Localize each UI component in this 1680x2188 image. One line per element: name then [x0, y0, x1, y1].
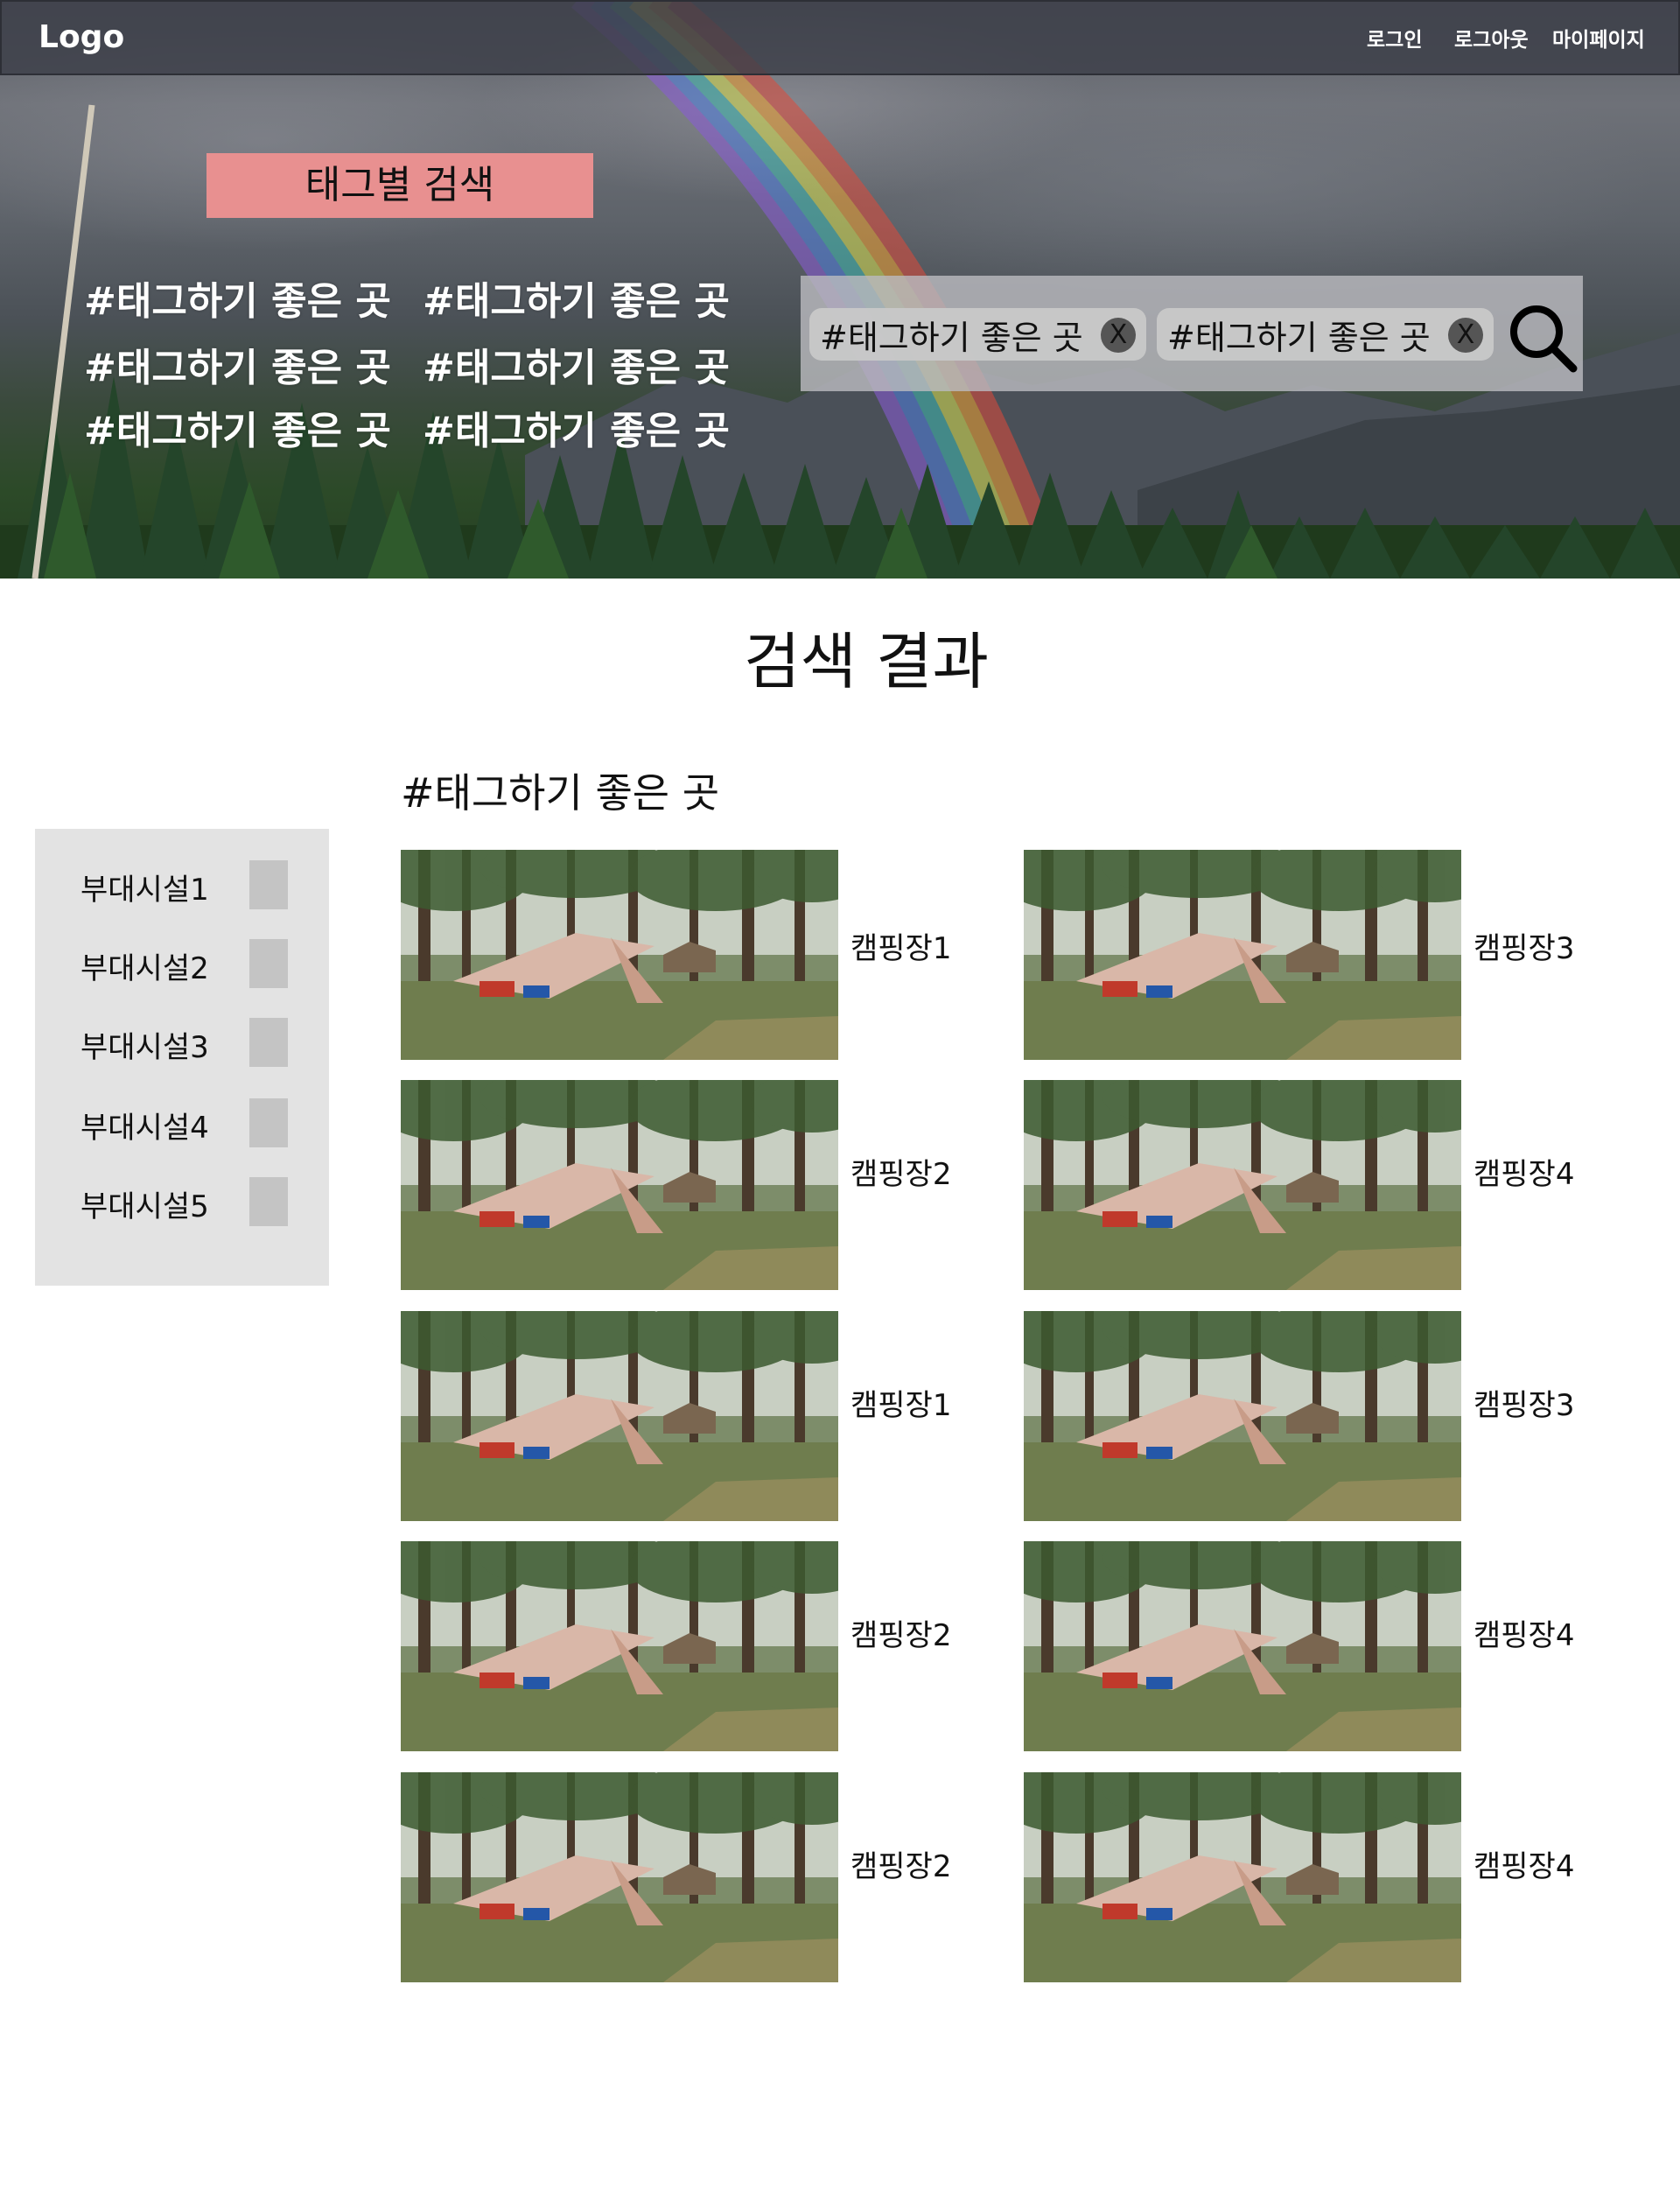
- hero-tag[interactable]: #태그하기 좋은 곳: [423, 270, 730, 326]
- facility-label: 부대시설1: [80, 873, 209, 908]
- campsite-card[interactable]: 캠핑장3: [1024, 1311, 1636, 1521]
- facility-checkbox[interactable]: [249, 939, 288, 988]
- campsite-card[interactable]: 캠핑장2: [401, 1541, 1013, 1751]
- selected-tag-chip: #태그하기 좋은 곳 X: [1157, 308, 1494, 361]
- campsite-name[interactable]: 캠핑장3: [1474, 1381, 1574, 1424]
- facility-label: 부대시설4: [80, 1111, 209, 1146]
- selected-tag-chip: #태그하기 좋은 곳 X: [809, 308, 1146, 361]
- campsite-name[interactable]: 캠핑장2: [850, 1150, 951, 1193]
- campsite-name[interactable]: 캠핑장1: [850, 924, 951, 967]
- hero-tag[interactable]: #태그하기 좋은 곳: [84, 270, 391, 326]
- campsite-photo[interactable]: [401, 1080, 838, 1290]
- campsite-card[interactable]: 캠핑장4: [1024, 1772, 1636, 1982]
- search-results-title: 검색 결과: [744, 626, 989, 698]
- search-icon[interactable]: [1507, 302, 1578, 374]
- facility-checkbox[interactable]: [249, 1018, 288, 1067]
- campsite-photo[interactable]: [401, 1772, 838, 1982]
- facility-checkbox[interactable]: [249, 1098, 288, 1147]
- hero-tag[interactable]: #태그하기 좋은 곳: [423, 399, 730, 455]
- campsite-photo[interactable]: [1024, 850, 1461, 1060]
- facility-filter-sidebar: 부대시설1 부대시설2 부대시설3 부대시설4 부대시설5: [35, 829, 329, 1286]
- campsite-name[interactable]: 캠핑장1: [850, 1381, 951, 1424]
- facility-label: 부대시설3: [80, 1030, 209, 1065]
- campsite-photo[interactable]: [1024, 1311, 1461, 1521]
- facility-label: 부대시설2: [80, 951, 209, 986]
- mypage-link[interactable]: 마이페이지: [1552, 23, 1645, 53]
- campsite-name[interactable]: 캠핑장4: [1474, 1150, 1574, 1193]
- campsite-card[interactable]: 캠핑장3: [1024, 850, 1636, 1060]
- hero-tag[interactable]: #태그하기 좋은 곳: [84, 399, 391, 455]
- campsite-photo[interactable]: [1024, 1772, 1461, 1982]
- login-link[interactable]: 로그인: [1367, 23, 1422, 53]
- campsite-card[interactable]: 캠핑장1: [401, 850, 1013, 1060]
- logo[interactable]: Logo: [38, 19, 124, 55]
- facility-checkbox[interactable]: [249, 860, 288, 909]
- campsite-photo[interactable]: [1024, 1541, 1461, 1751]
- result-tag-heading: #태그하기 좋은 곳: [401, 769, 720, 817]
- campsite-card[interactable]: 캠핑장1: [401, 1311, 1013, 1521]
- campsite-card[interactable]: 캠핑장2: [401, 1772, 1013, 1982]
- selected-tags-search-box[interactable]: #태그하기 좋은 곳 X #태그하기 좋은 곳 X: [801, 276, 1583, 391]
- facility-checkbox[interactable]: [249, 1177, 288, 1226]
- selected-tag-label: #태그하기 좋은 곳: [1167, 318, 1431, 357]
- campsite-name[interactable]: 캠핑장3: [1474, 924, 1574, 967]
- campsite-photo[interactable]: [401, 1311, 838, 1521]
- remove-tag-button[interactable]: X: [1448, 318, 1483, 353]
- hero-tag[interactable]: #태그하기 좋은 곳: [423, 336, 730, 392]
- campsite-photo[interactable]: [401, 1541, 838, 1751]
- logout-link[interactable]: 로그아웃: [1454, 23, 1529, 53]
- campsite-card[interactable]: 캠핑장2: [401, 1080, 1013, 1290]
- campsite-photo[interactable]: [1024, 1080, 1461, 1290]
- campsite-card[interactable]: 캠핑장4: [1024, 1541, 1636, 1751]
- campsite-name[interactable]: 캠핑장2: [850, 1842, 951, 1885]
- tag-search-heading: 태그별 검색: [206, 153, 593, 218]
- campsite-name[interactable]: 캠핑장4: [1474, 1611, 1574, 1654]
- campsite-name[interactable]: 캠핑장2: [850, 1611, 951, 1654]
- campsite-photo[interactable]: [401, 850, 838, 1060]
- remove-tag-button[interactable]: X: [1101, 318, 1136, 353]
- campsite-name[interactable]: 캠핑장4: [1474, 1842, 1574, 1885]
- facility-label: 부대시설5: [80, 1189, 209, 1224]
- selected-tag-label: #태그하기 좋은 곳: [820, 318, 1083, 357]
- top-navbar: Logo 로그인 로그아웃 마이페이지: [0, 0, 1680, 75]
- campsite-card[interactable]: 캠핑장4: [1024, 1080, 1636, 1290]
- hero-tag[interactable]: #태그하기 좋은 곳: [84, 336, 391, 392]
